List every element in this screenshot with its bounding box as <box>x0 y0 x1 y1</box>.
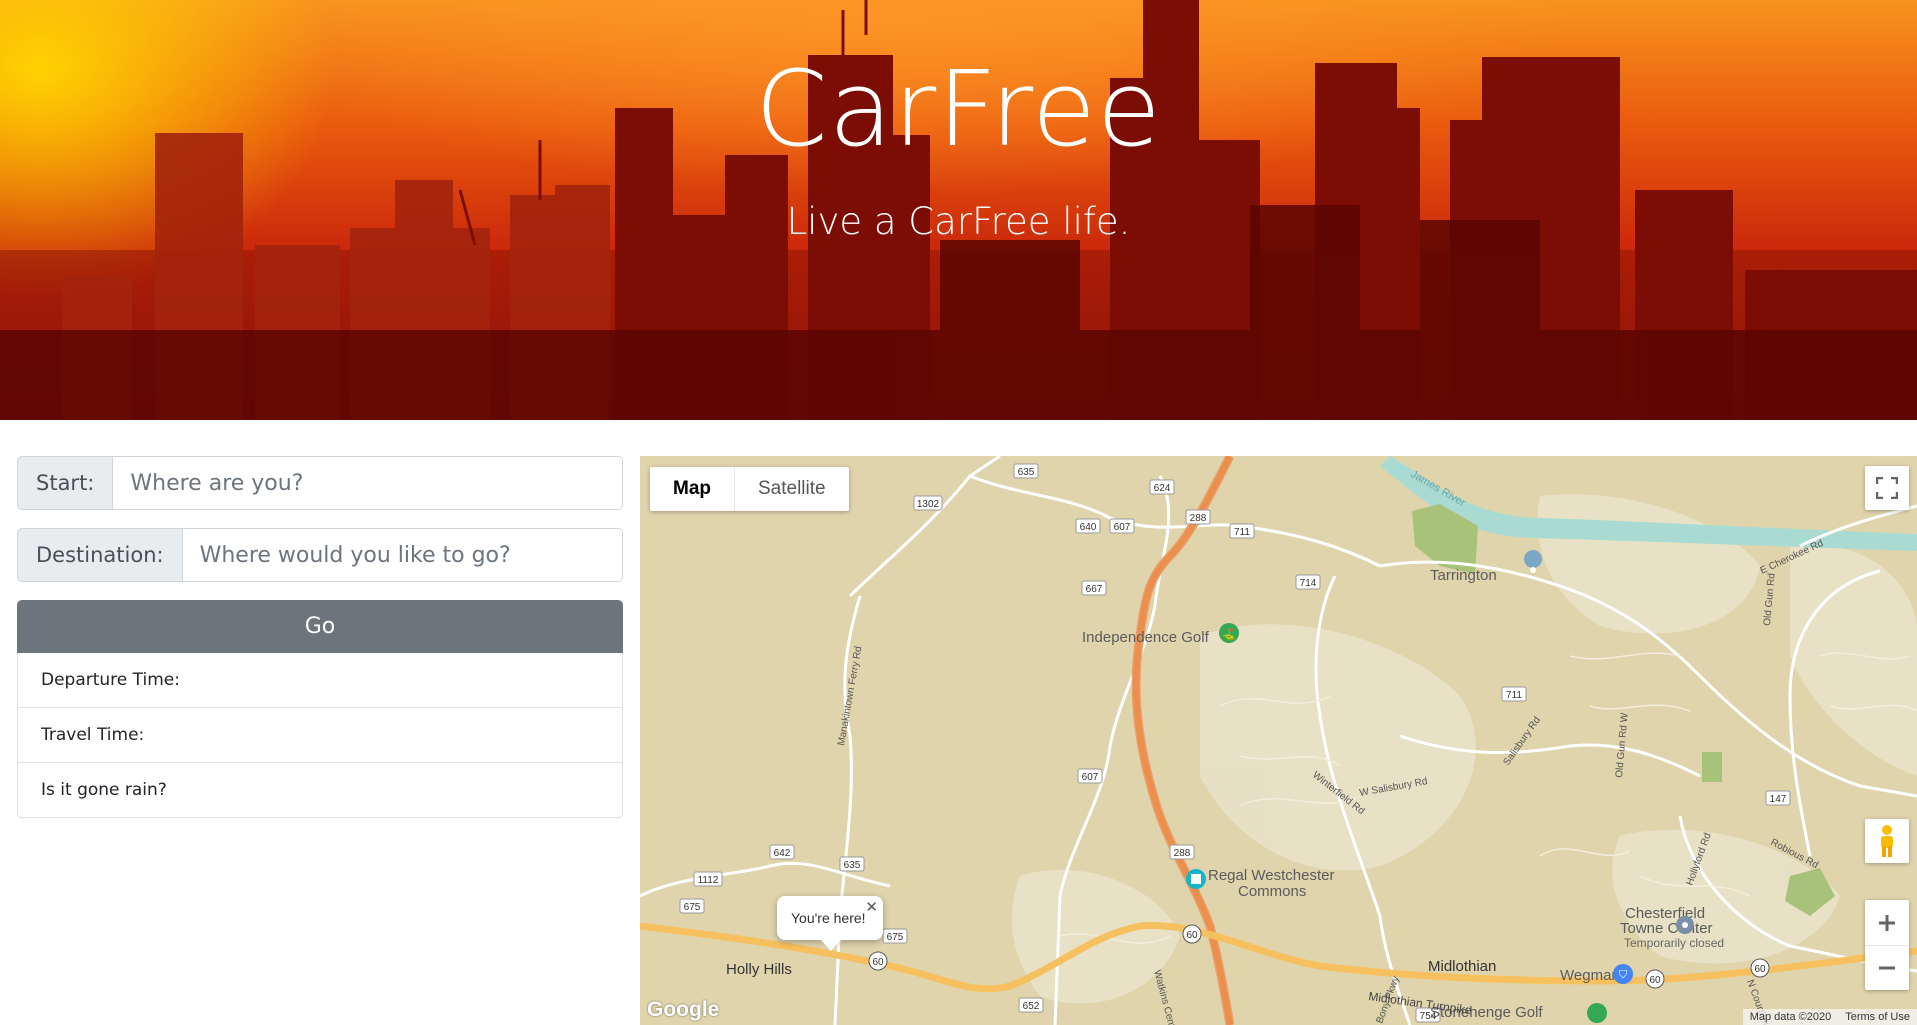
page-subtitle: Live a CarFree life. <box>786 200 1131 243</box>
svg-text:1302: 1302 <box>917 499 940 510</box>
map-type-map-button[interactable]: Map <box>650 467 735 511</box>
plus-icon <box>1879 914 1895 931</box>
start-input-group: Start: <box>17 456 623 510</box>
terms-of-use-link[interactable]: Terms of Use <box>1838 1011 1917 1023</box>
svg-text:607: 607 <box>1114 522 1131 533</box>
golf-pin-icon: ⛳ <box>1219 623 1239 643</box>
street-salisbury: Salisbury Rd <box>1501 715 1543 768</box>
page-title: CarFree <box>755 48 1162 170</box>
map-type-control: Map Satellite <box>650 467 849 511</box>
zoom-out-button[interactable] <box>1865 946 1909 990</box>
shopping-pin-icon <box>1676 916 1694 934</box>
svg-text:1112: 1112 <box>698 875 719 886</box>
google-logo[interactable]: Google <box>647 998 719 1022</box>
destination-label: Destination: <box>18 529 183 581</box>
svg-text:642: 642 <box>774 848 791 859</box>
svg-text:288: 288 <box>1190 513 1207 524</box>
rain-forecast-item: Is it gone rain? <box>18 762 622 817</box>
map-data-text[interactable]: Map data ©2020 <box>1743 1011 1839 1023</box>
place-midlothian: Midlothian <box>1428 958 1496 975</box>
cinema-pin-icon <box>1186 869 1206 889</box>
svg-text:60: 60 <box>872 957 884 968</box>
svg-text:60: 60 <box>1754 964 1766 975</box>
infowindow-text: You're here! <box>791 910 866 926</box>
svg-text:147: 147 <box>1770 794 1787 805</box>
svg-text:652: 652 <box>1023 1001 1040 1012</box>
place-towne-center: Towne Center <box>1620 920 1713 937</box>
map-type-satellite-button[interactable]: Satellite <box>735 467 849 511</box>
trip-info-list: Departure Time: Travel Time: Is it gone … <box>17 653 623 818</box>
wegmans-pin-icon: ⛉ <box>1613 964 1633 984</box>
zoom-control <box>1865 900 1909 990</box>
fullscreen-icon <box>1876 477 1898 499</box>
street-view-button[interactable] <box>1865 819 1909 863</box>
svg-text:714: 714 <box>1300 578 1317 589</box>
hero-banner: CarFree Live a CarFree life. <box>0 0 1917 420</box>
pegman-icon <box>1881 825 1893 857</box>
place-independence-golf: Independence Golf <box>1082 629 1210 646</box>
travel-time-item: Travel Time: <box>18 707 622 762</box>
svg-text:640: 640 <box>1080 522 1097 533</box>
svg-text:60: 60 <box>1186 930 1198 941</box>
zoom-in-button[interactable] <box>1865 901 1909 946</box>
destination-input[interactable] <box>182 529 622 581</box>
street-old-gun: Old Gun Rd <box>1762 573 1778 627</box>
place-commons: Commons <box>1238 883 1306 900</box>
svg-text:288: 288 <box>1174 848 1191 859</box>
svg-text:711: 711 <box>1506 690 1522 701</box>
svg-text:711: 711 <box>1234 527 1250 538</box>
svg-text:⛉: ⛉ <box>1619 968 1628 981</box>
departure-time-item: Departure Time: <box>41 670 180 690</box>
street-old-gun-w: Old Gun Rd W <box>1614 712 1631 778</box>
stonehenge-golf-pin-icon <box>1587 1003 1607 1023</box>
place-holly-hills: Holly Hills <box>726 961 792 978</box>
place-regal-westchester: Regal Westchester <box>1208 867 1334 884</box>
location-infowindow: You're here! ✕ <box>777 896 883 951</box>
infowindow-tail <box>821 940 841 951</box>
start-input[interactable] <box>113 457 622 509</box>
place-temporarily-closed: Temporarily closed <box>1624 936 1724 950</box>
street-watkins-centre: Watkins Centre <box>1151 969 1179 1025</box>
start-label: Start: <box>18 457 114 509</box>
route-form: Start: Destination: Go Departure Time: T… <box>17 456 623 818</box>
svg-text:60: 60 <box>1649 975 1661 986</box>
minus-icon <box>1879 966 1895 969</box>
destination-input-group: Destination: <box>17 528 623 582</box>
place-tarrington: Tarrington <box>1430 567 1497 584</box>
close-icon[interactable]: ✕ <box>865 898 878 916</box>
svg-text:607: 607 <box>1082 772 1099 783</box>
svg-text:675: 675 <box>684 902 701 913</box>
svg-text:675: 675 <box>887 932 904 943</box>
svg-text:667: 667 <box>1086 584 1103 595</box>
google-map[interactable]: 635 624 1302 288 711 640 607 714 667 711… <box>640 456 1917 1025</box>
fullscreen-button[interactable] <box>1865 466 1909 510</box>
svg-text:635: 635 <box>1018 467 1035 478</box>
map-attribution: Map data ©2020 Terms of Use <box>1742 1009 1917 1025</box>
svg-text:635: 635 <box>844 860 861 871</box>
go-button[interactable]: Go <box>17 600 623 653</box>
svg-text:⛳: ⛳ <box>1222 628 1236 641</box>
svg-text:624: 624 <box>1154 483 1171 494</box>
